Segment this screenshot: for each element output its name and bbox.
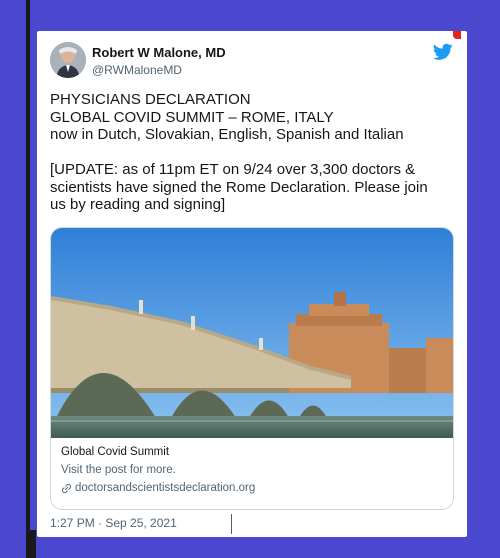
- tweet-line: us by reading and signing]: [50, 196, 226, 213]
- author-name[interactable]: Robert W Malone, MD: [92, 45, 226, 60]
- tweet-card: Robert W Malone, MD @RWMaloneMD PHYSICIA…: [37, 31, 467, 537]
- tweet-line: GLOBAL COVID SUMMIT – ROME, ITALY: [50, 108, 334, 126]
- link-url-text[interactable]: doctorsandscientistsdeclaration.org: [75, 482, 255, 494]
- twitter-bird-icon[interactable]: [433, 43, 453, 61]
- tweet-line: [UPDATE: as of 11pm ET on 9/24 over 3,30…: [50, 161, 416, 178]
- corner-mark: [453, 31, 461, 39]
- link-url[interactable]: doctorsandscientistsdeclaration.org: [61, 482, 255, 494]
- tweet-line: now in Dutch, Slovakian, English, Spanis…: [50, 126, 404, 143]
- text-cursor: [231, 514, 232, 534]
- bottom-edge-bar: [26, 530, 36, 558]
- tweet-timestamp[interactable]: 1:27 PM · Sep 25, 2021: [50, 516, 177, 530]
- tweet-line: PHYSICIANS DECLARATION: [50, 91, 251, 108]
- link-description: Visit the post for more.: [61, 464, 176, 476]
- tweet-line: scientists have signed the Rome Declarat…: [50, 178, 428, 196]
- author-handle[interactable]: @RWMaloneMD: [92, 63, 182, 77]
- tweet-line-break: [50, 144, 450, 162]
- avatar[interactable]: [50, 42, 86, 78]
- link-icon: [61, 483, 72, 493]
- link-preview-card[interactable]: Global Covid Summit Visit the post for m…: [50, 227, 454, 510]
- link-preview-image[interactable]: [51, 228, 453, 438]
- link-title[interactable]: Global Covid Summit: [61, 446, 169, 458]
- left-edge-bar: [26, 0, 30, 558]
- tweet-text: PHYSICIANS DECLARATION GLOBAL COVID SUMM…: [50, 91, 450, 214]
